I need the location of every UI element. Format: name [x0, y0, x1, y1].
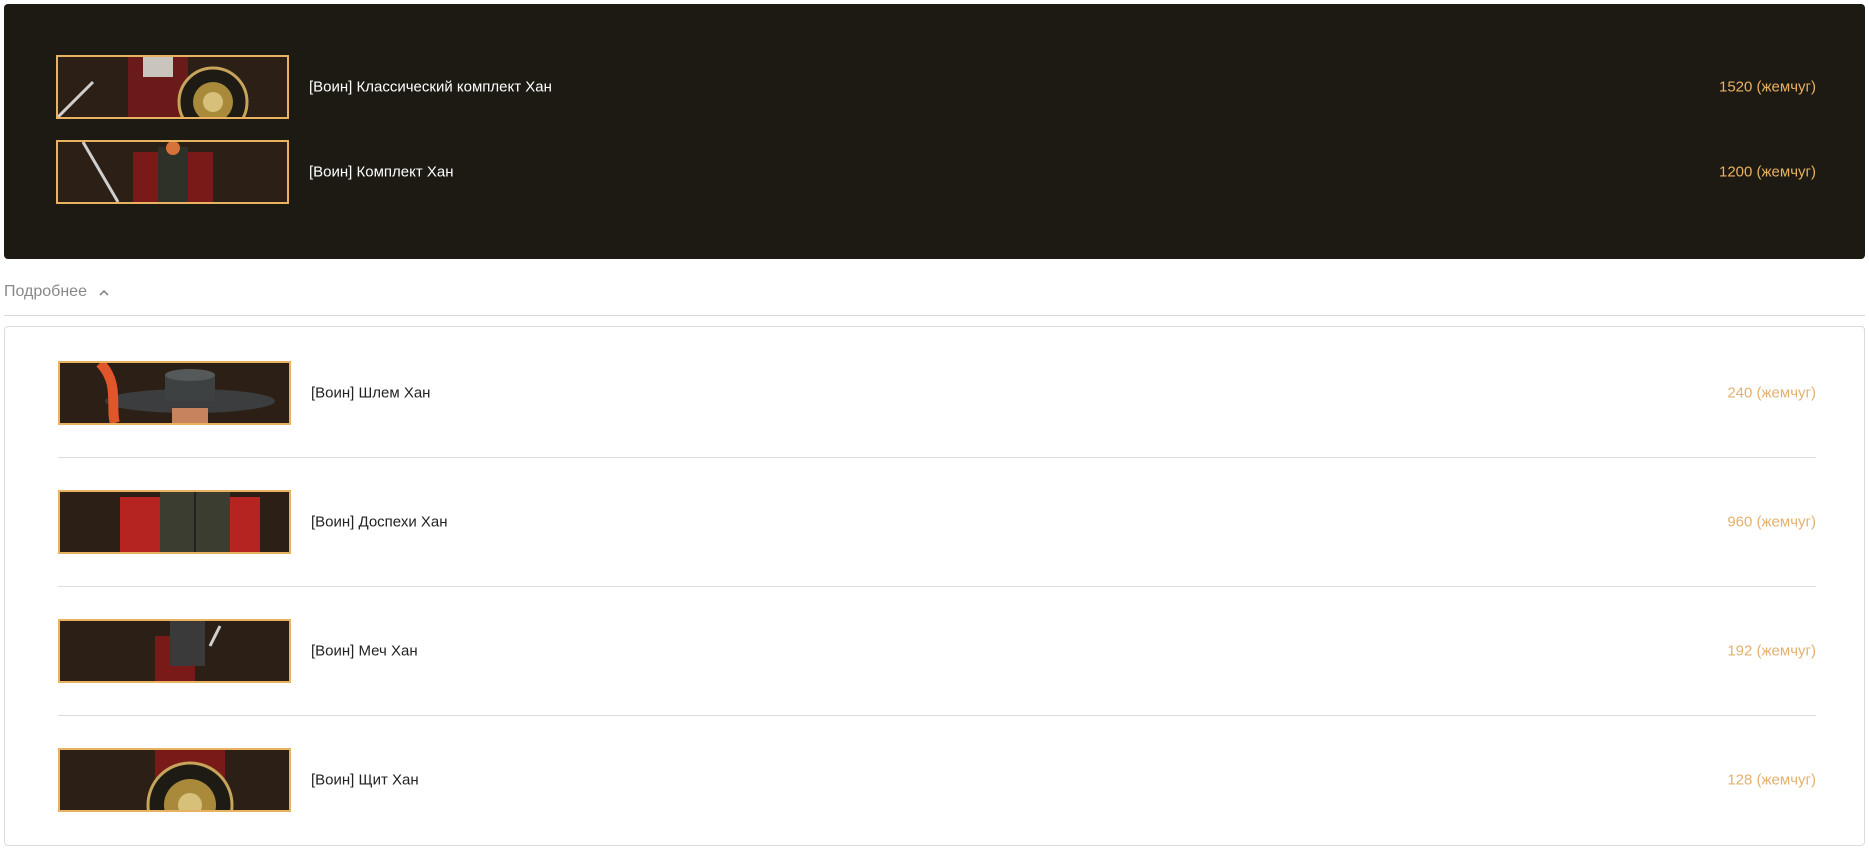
item-name: [Воин] Шлем Хан: [311, 384, 431, 402]
set-price: 1200 (жемчуг): [1718, 163, 1816, 181]
items-panel: [Воин] Шлем Хан 240 (жемчуг) [Воин] Досп…: [4, 326, 1865, 846]
divider: [58, 715, 1816, 716]
divider: [58, 586, 1816, 587]
details-toggle[interactable]: Подробнее: [4, 283, 109, 301]
details-label: Подробнее: [4, 283, 87, 300]
chevron-up-icon: [99, 283, 109, 301]
divider: [4, 315, 1865, 316]
item-name: [Воин] Меч Хан: [311, 642, 418, 660]
item-price: 128 (жемчуг): [1727, 771, 1816, 789]
set-classic-han-image: [56, 55, 289, 119]
helmet-image: [58, 361, 291, 425]
set-row[interactable]: [Воин] Классический комплект Хан 1520 (ж…: [56, 55, 1816, 119]
armor-image: [58, 490, 291, 554]
item-price: 192 (жемчуг): [1727, 642, 1816, 660]
item-row[interactable]: [Воин] Меч Хан 192 (жемчуг): [58, 619, 1816, 683]
sets-panel: [Воин] Классический комплект Хан 1520 (ж…: [4, 4, 1865, 259]
item-row[interactable]: [Воин] Шлем Хан 240 (жемчуг): [58, 361, 1816, 425]
item-price: 240 (жемчуг): [1727, 384, 1816, 402]
item-row[interactable]: [Воин] Щит Хан 128 (жемчуг): [58, 748, 1816, 812]
set-name: [Воин] Комплект Хан: [309, 163, 454, 181]
set-han-image: [56, 140, 289, 204]
sword-image: [58, 619, 291, 683]
divider: [58, 457, 1816, 458]
item-row[interactable]: [Воин] Доспехи Хан 960 (жемчуг): [58, 490, 1816, 554]
set-name: [Воин] Классический комплект Хан: [309, 78, 552, 96]
item-name: [Воин] Доспехи Хан: [311, 513, 448, 531]
set-row[interactable]: [Воин] Комплект Хан 1200 (жемчуг): [56, 140, 1816, 204]
item-name: [Воин] Щит Хан: [311, 771, 419, 789]
item-price: 960 (жемчуг): [1727, 513, 1816, 531]
shield-image: [58, 748, 291, 812]
set-price: 1520 (жемчуг): [1718, 78, 1816, 96]
